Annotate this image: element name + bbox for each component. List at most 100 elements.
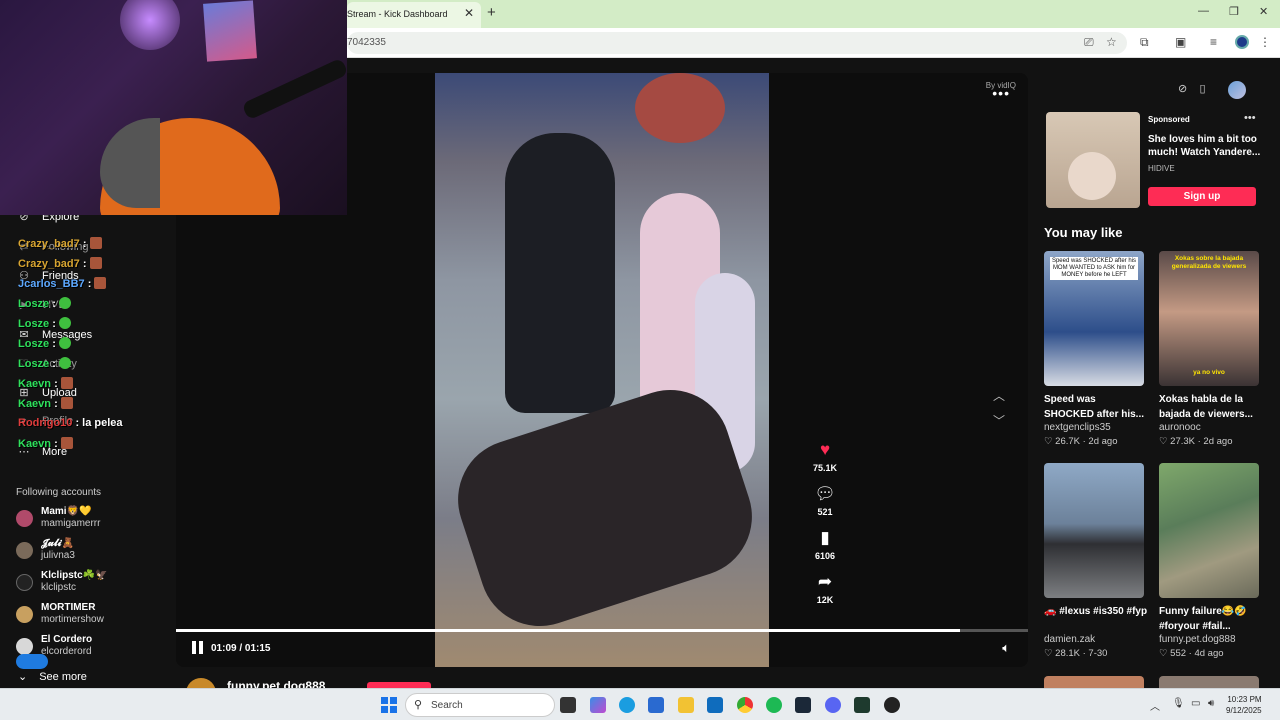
outlook-icon[interactable] (707, 697, 723, 713)
more-options-icon[interactable]: ••• (992, 85, 1010, 101)
card-thumbnail[interactable]: Speed was SHOCKED after his MOM WANTED t… (1044, 251, 1144, 386)
video-content (442, 374, 768, 642)
restore-icon[interactable]: ❐ (1229, 5, 1239, 18)
user-avatar[interactable] (1228, 81, 1246, 99)
recommended-video-card-partial[interactable] (1044, 676, 1144, 688)
right-sidebar: ⊘ ▯ Sponsored ••• She loves him a bit to… (1028, 58, 1280, 688)
chat-message: Kaevn : (18, 377, 73, 390)
top-toolbar-icons[interactable]: ⊘ ▯ (1178, 82, 1206, 95)
chat-user: Losze (18, 338, 50, 350)
emote-icon (58, 337, 71, 349)
recommended-video-card-partial[interactable] (1159, 676, 1259, 688)
following-account[interactable]: Mami🦁💛 mamigamerrr (16, 506, 176, 534)
chat-user: Crazy_bad7 (18, 238, 80, 250)
window-close-icon[interactable]: ✕ (1259, 5, 1268, 18)
volume-icon[interactable]: 🔈︎ (1002, 640, 1010, 656)
following-account[interactable]: 𝓙𝓾𝓵𝓲🧸 julivna3 (16, 538, 176, 566)
bookmark-star-icon[interactable]: ☆ (1106, 35, 1117, 49)
edge-icon[interactable] (619, 697, 635, 713)
card-thumbnail[interactable]: Xokas sobre la bajada generalizada de vi… (1159, 251, 1259, 386)
network-icon[interactable]: ▭ (1191, 698, 1200, 709)
card-author[interactable]: funny.pet.dog888 (1159, 634, 1236, 645)
following-account[interactable]: MORTIMER mortimershow (16, 602, 176, 630)
copilot-icon[interactable] (590, 697, 606, 713)
author-avatar[interactable] (186, 678, 216, 688)
browser-tab[interactable]: Stream - Kick Dashboard ✕ (347, 2, 481, 28)
chat-text: : (79, 238, 87, 250)
ad-thumbnail[interactable] (1046, 112, 1140, 208)
browser-menu-icon[interactable]: ⋮ (1259, 35, 1271, 49)
comment-count: 521 (817, 507, 833, 517)
tab-close-icon[interactable]: ✕ (464, 6, 474, 20)
ad-more-icon[interactable]: ••• (1244, 112, 1256, 124)
video-progress-bar[interactable] (176, 629, 1028, 632)
store-icon[interactable] (648, 697, 664, 713)
url-text: 7042335 (347, 37, 386, 48)
browser-profile-avatar[interactable] (1235, 35, 1249, 49)
file-explorer-icon[interactable] (678, 697, 694, 713)
new-tab-icon[interactable]: + (487, 4, 496, 21)
ad-title[interactable]: She loves him a bit too much! Watch Yand… (1148, 133, 1263, 159)
split-view-icon[interactable]: ▣ (1175, 35, 1186, 49)
chat-text: : la pelea (72, 417, 123, 429)
video-frame[interactable] (435, 73, 769, 667)
chat-text: : (79, 258, 87, 270)
windows-start-icon[interactable] (381, 697, 397, 713)
previous-video-icon[interactable]: ︿ (993, 387, 1005, 404)
following-account[interactable]: Klclipstc☘️🦅 klclipstc (16, 570, 176, 598)
video-progress-fill (176, 629, 960, 632)
share-count: 12K (816, 595, 834, 605)
steam-icon[interactable] (795, 697, 811, 713)
media-controls-icon[interactable]: ≡ (1210, 35, 1217, 49)
tray-chevron-icon[interactable]: ︿ (1150, 698, 1160, 713)
chat-user: Kaevn (18, 378, 52, 390)
card-title[interactable]: Funny failure😂🤣 #foryour #fail... (1159, 604, 1263, 634)
card-meta: ♡ 552 · 4d ago (1159, 648, 1224, 659)
card-author[interactable]: auronooc (1159, 422, 1201, 433)
extensions-icon[interactable]: ⧉ (1140, 35, 1149, 50)
chat-text: : (49, 338, 56, 350)
card-author[interactable]: damien.zak (1044, 634, 1095, 645)
author-name[interactable]: funny.pet.dog888 (227, 679, 325, 688)
task-view-icon[interactable] (560, 697, 576, 713)
chat-user: Jcarlos_BB7 (18, 278, 85, 290)
taskbar-clock[interactable]: 10:23 PM 9/12/2025 (1226, 694, 1262, 716)
comment-button[interactable]: 💬︎ 521 (802, 484, 848, 517)
app-icon[interactable] (884, 697, 900, 713)
card-title[interactable]: 🚗 #lexus #is350 #fyp (1044, 604, 1148, 619)
share-button[interactable]: ➦ 12K (802, 572, 848, 605)
card-title[interactable]: Speed was SHOCKED after his... (1044, 392, 1148, 422)
heart-icon: ♥ (819, 440, 831, 459)
chat-user: Kaevn (18, 398, 52, 410)
card-meta: ♡ 26.7K · 2d ago (1044, 436, 1118, 447)
url-input[interactable]: 7042335 (347, 32, 1127, 54)
like-button[interactable]: ♥ 75.1K (802, 440, 848, 473)
taskbar-search[interactable]: ⚲ Search (405, 693, 555, 717)
chrome-icon[interactable] (737, 697, 753, 713)
pause-icon[interactable] (192, 641, 204, 655)
next-video-icon[interactable]: ﹀ (993, 412, 1005, 429)
sponsored-label: Sponsored (1148, 115, 1190, 124)
chat-message: Rodrigo10 : la pelea (18, 417, 123, 429)
volume-tray-icon[interactable]: 🔊︎ (1208, 698, 1214, 709)
card-author[interactable]: nextgenclips35 (1044, 422, 1111, 433)
following-accounts-header: Following accounts (16, 487, 102, 498)
card-thumbnail[interactable] (1159, 463, 1259, 598)
card-thumbnail[interactable] (1044, 463, 1144, 598)
card-title[interactable]: Xokas habla de la bajada de viewers... (1159, 392, 1263, 422)
chat-message: Kaevn : (18, 437, 73, 450)
save-button[interactable]: ▮ 6106 (802, 528, 848, 561)
comment-icon: 💬︎ (814, 484, 836, 503)
emote-icon (94, 277, 107, 289)
chat-text: : (51, 438, 58, 450)
install-app-icon[interactable]: ⎚ (1084, 35, 1094, 50)
spotify-icon[interactable] (766, 697, 782, 713)
ad-brand: HIDIVE (1148, 164, 1175, 173)
microphone-icon[interactable]: 🎙︎ (1172, 698, 1185, 709)
minimize-icon[interactable]: — (1198, 5, 1209, 17)
sign-up-button[interactable]: Sign up (1148, 187, 1256, 206)
discord-icon[interactable] (825, 697, 841, 713)
see-more-button[interactable]: ⌄ See more (18, 670, 87, 683)
terminal-icon[interactable] (854, 697, 870, 713)
account-handle: elcorderord (41, 646, 92, 657)
